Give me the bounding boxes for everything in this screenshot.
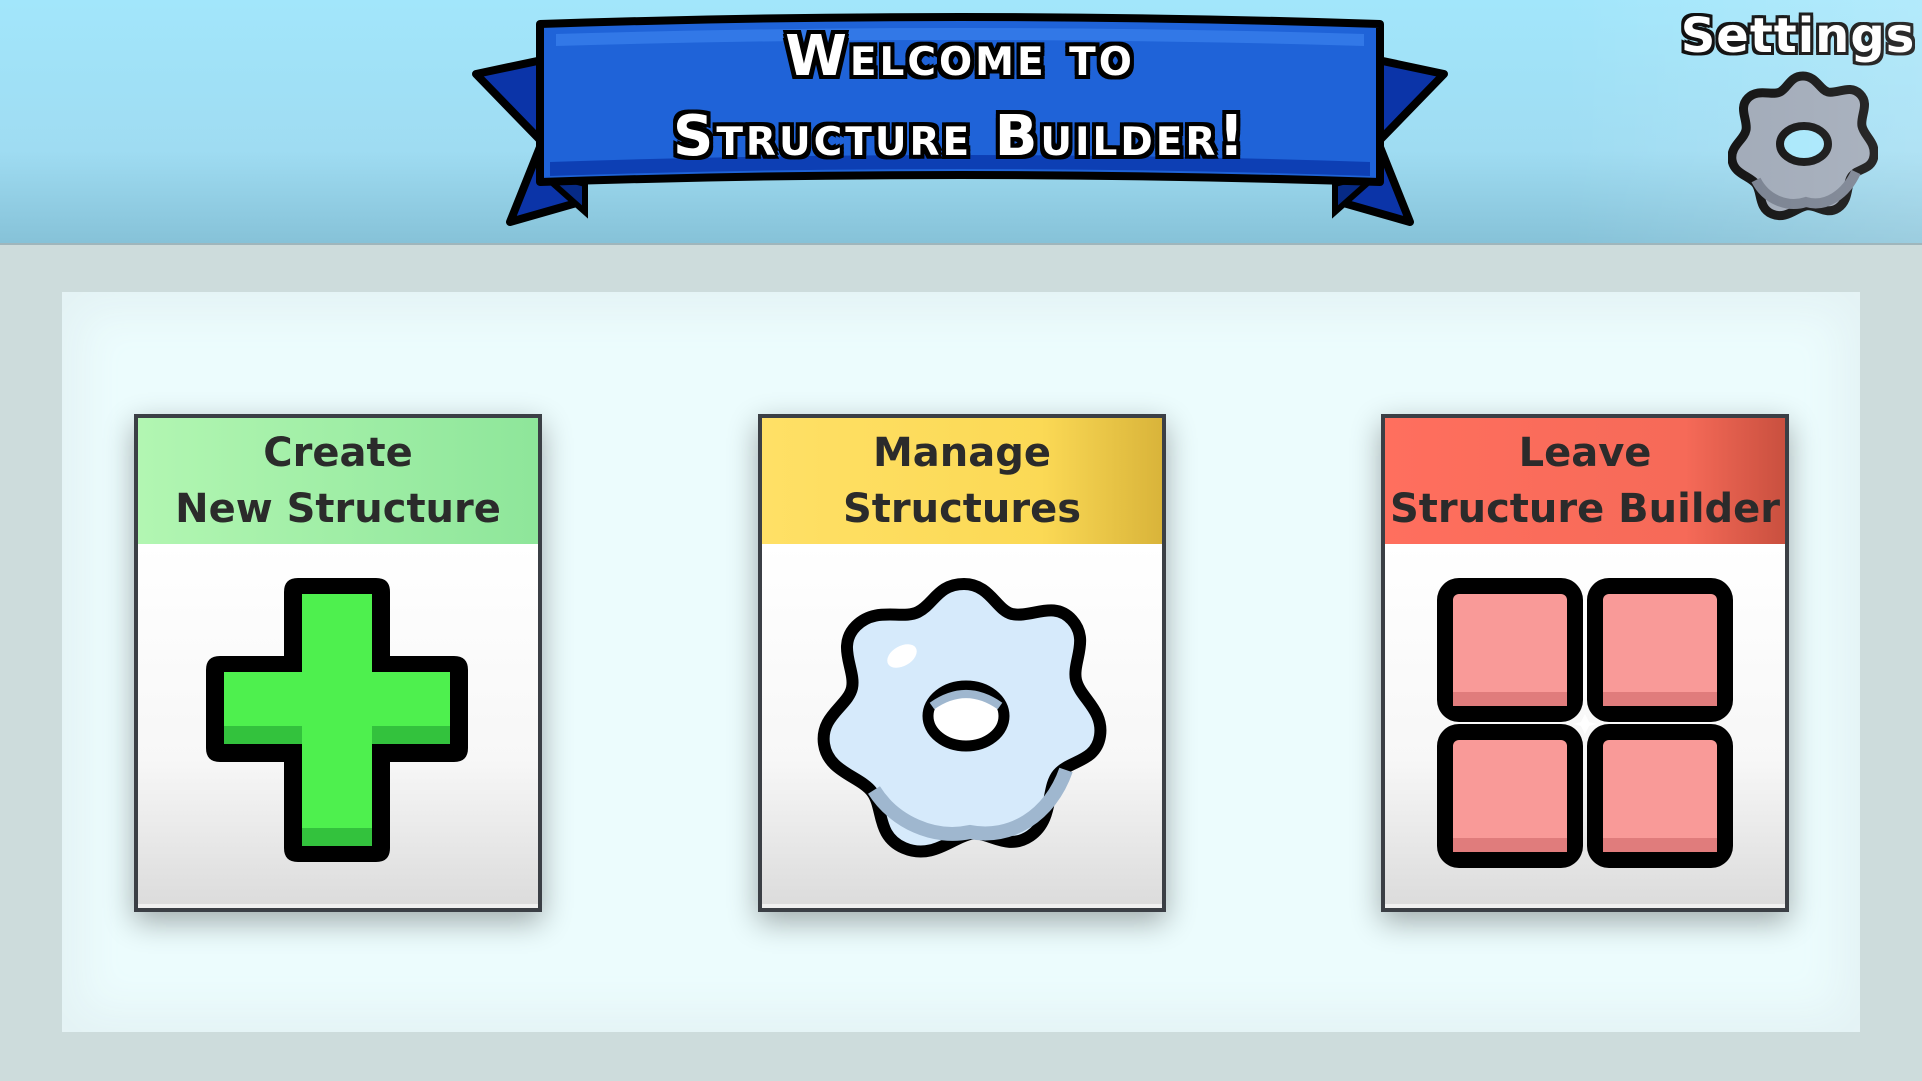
gear-icon [1728,71,1878,221]
card-header: Manage Structures [762,418,1162,544]
page-title: Welcome to Structure Builder! [555,22,1365,172]
card-title-line-1: Leave [1518,430,1652,476]
title-line-2: Structure Builder! [673,104,1247,169]
leave-structure-builder-button[interactable]: Leave Structure Builder [1381,414,1789,912]
settings-button[interactable]: Settings [1680,8,1916,223]
grid-icon [1437,578,1733,868]
gear-icon [817,578,1107,858]
title-line-1: Welcome to [785,24,1135,89]
card-title-line-2: New Structure [175,486,501,532]
card-body [762,544,1162,904]
manage-structures-button[interactable]: Manage Structures [758,414,1166,912]
card-title-line-2: Structures [842,486,1082,532]
settings-label: Settings [1680,8,1916,64]
card-title-line-1: Create [263,430,413,476]
top-bar: Welcome to Structure Builder! Settings [0,0,1922,245]
card-title-line-2: Structure Builder [1389,486,1781,532]
plus-icon [206,578,468,862]
card-header: Create New Structure [138,418,538,544]
create-new-structure-button[interactable]: Create New Structure [134,414,542,912]
card-title-line-1: Manage [872,430,1052,476]
card-body [1385,544,1785,904]
card-body [138,544,538,904]
card-header: Leave Structure Builder [1385,418,1785,544]
